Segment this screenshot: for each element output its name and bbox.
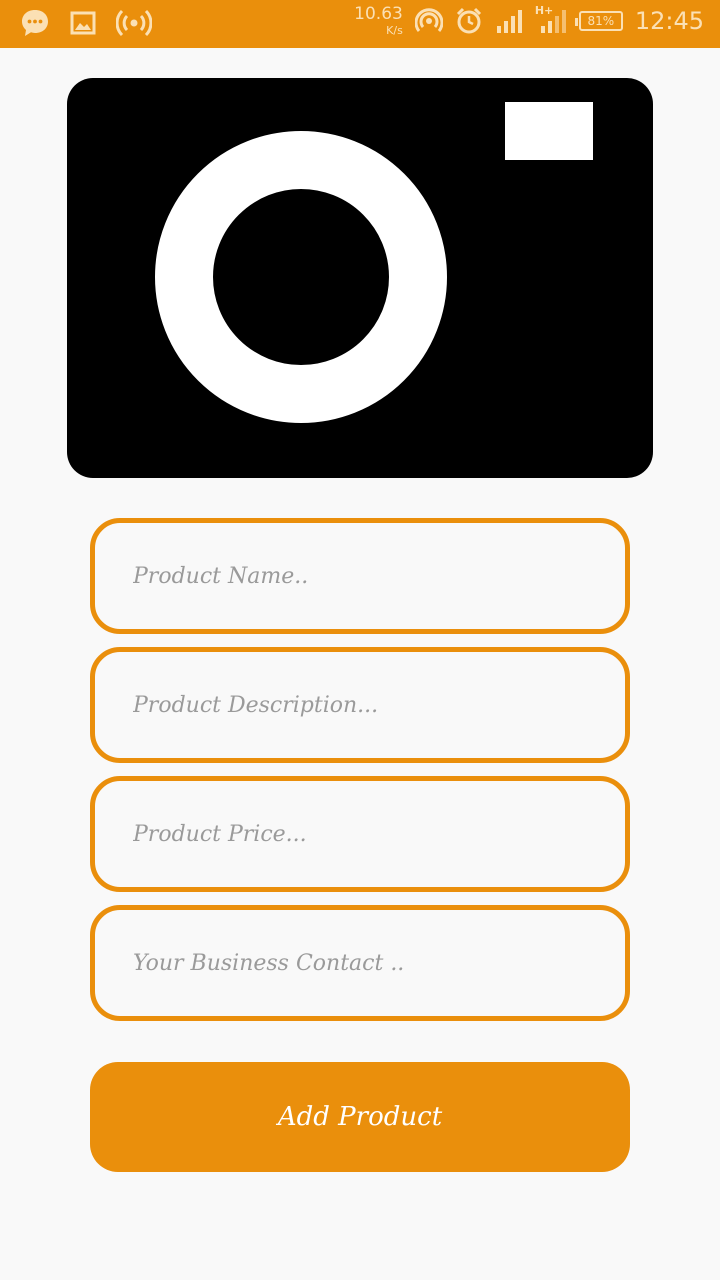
battery-icon: 81%	[574, 11, 623, 31]
clock: 12:45	[634, 7, 704, 35]
product-price-input[interactable]	[131, 820, 595, 848]
battery-level: 81%	[587, 14, 615, 28]
network-speed-value: 10.63	[354, 4, 403, 24]
status-bar: 10.63 K/s H+ 81% 12:45	[0, 0, 720, 48]
network-speed: 10.63 K/s	[354, 4, 403, 37]
alarm-icon	[455, 7, 483, 35]
product-name-input[interactable]	[131, 562, 595, 590]
message-icon	[20, 8, 50, 38]
product-image-picker[interactable]	[67, 78, 653, 478]
wifi-icon	[414, 7, 443, 35]
product-price-field[interactable]	[90, 776, 630, 892]
product-description-field[interactable]	[90, 647, 630, 763]
camera-icon	[67, 78, 653, 478]
business-contact-field[interactable]	[90, 905, 630, 1021]
product-description-input[interactable]	[131, 691, 595, 719]
product-form	[90, 518, 630, 1034]
network-type-label: H+	[534, 4, 554, 17]
business-contact-input[interactable]	[131, 949, 595, 977]
network-speed-unit: K/s	[386, 24, 403, 37]
product-name-field[interactable]	[90, 518, 630, 634]
signal-icon	[495, 8, 523, 34]
add-product-button[interactable]: Add Product	[90, 1062, 630, 1172]
hotspot-icon	[116, 8, 152, 38]
image-icon	[70, 10, 96, 36]
signal-icon: H+	[535, 4, 567, 34]
